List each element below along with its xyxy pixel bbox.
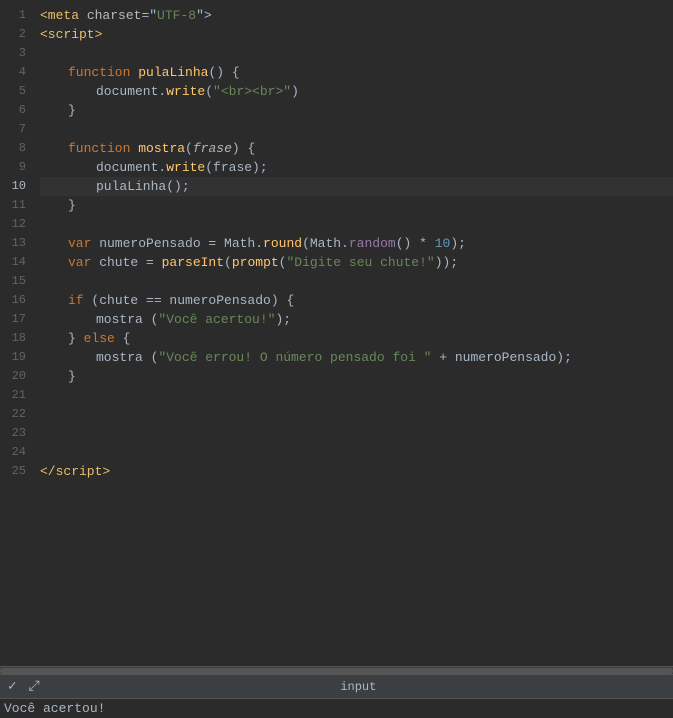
- line-num-11: 11: [6, 196, 26, 215]
- line-num-23: 23: [6, 424, 26, 443]
- code-line-10: pulaLinha();: [40, 177, 673, 196]
- output-area: Você acertou!: [0, 698, 673, 718]
- line-num-7: 7: [6, 120, 26, 139]
- line-num-3: 3: [6, 44, 26, 63]
- code-line-9: document.write(frase);: [40, 158, 673, 177]
- code-line-13: var numeroPensado = Math.round(Math.rand…: [40, 234, 673, 253]
- code-line-15: [40, 272, 673, 291]
- code-line-17: mostra ("Você acertou!");: [40, 310, 673, 329]
- line-numbers: 1 2 3 4 5 6 7 8 9 10 11 12 13 14 15 16 1…: [0, 0, 36, 666]
- line-num-16: 16: [6, 291, 26, 310]
- code-line-20: }: [40, 367, 673, 386]
- code-line-1: <meta charset="UTF-8">: [40, 6, 673, 25]
- controls-bar: ✓ ⤢ input: [0, 674, 673, 698]
- code-line-8: function mostra(frase) {: [40, 139, 673, 158]
- code-line-6: }: [40, 101, 673, 120]
- code-line-19: mostra ("Você errou! O número pensado fo…: [40, 348, 673, 367]
- line-num-1: 1: [6, 6, 26, 25]
- code-line-5: document.write("<br><br>"): [40, 82, 673, 101]
- code-line-2: <script>: [40, 25, 673, 44]
- line-num-20: 20: [6, 367, 26, 386]
- code-line-18: } else {: [40, 329, 673, 348]
- code-line-24: [40, 443, 673, 462]
- line-num-14: 14: [6, 253, 26, 272]
- line-num-24: 24: [6, 443, 26, 462]
- code-line-7: [40, 120, 673, 139]
- line-num-18: 18: [6, 329, 26, 348]
- code-line-4: function pulaLinha() {: [40, 63, 673, 82]
- code-line-14: var chute = parseInt(prompt("Digite seu …: [40, 253, 673, 272]
- code-container: 1 2 3 4 5 6 7 8 9 10 11 12 13 14 15 16 1…: [0, 0, 673, 666]
- line-num-19: 19: [6, 348, 26, 367]
- code-line-25: </script>: [40, 462, 673, 481]
- line-num-2: 2: [6, 25, 26, 44]
- line-num-13: 13: [6, 234, 26, 253]
- line-num-8: 8: [6, 139, 26, 158]
- line-num-22: 22: [6, 405, 26, 424]
- input-label: input: [52, 680, 665, 694]
- expand-icon[interactable]: ⤢: [28, 679, 39, 695]
- code-line-22: [40, 405, 673, 424]
- line-num-25: 25: [6, 462, 26, 481]
- line-num-10: 10: [6, 177, 26, 196]
- code-line-23: [40, 424, 673, 443]
- line-num-9: 9: [6, 158, 26, 177]
- output-text: Você acertou!: [4, 701, 105, 716]
- code-line-16: if (chute == numeroPensado) {: [40, 291, 673, 310]
- scrollbar-thumb[interactable]: [0, 668, 673, 674]
- line-num-4: 4: [6, 63, 26, 82]
- line-num-5: 5: [6, 82, 26, 101]
- code-line-3: [40, 44, 673, 63]
- line-num-15: 15: [6, 272, 26, 291]
- editor-area: 1 2 3 4 5 6 7 8 9 10 11 12 13 14 15 16 1…: [0, 0, 673, 718]
- code-line-21: [40, 386, 673, 405]
- line-num-21: 21: [6, 386, 26, 405]
- check-icon[interactable]: ✓: [8, 678, 16, 695]
- line-num-12: 12: [6, 215, 26, 234]
- line-num-17: 17: [6, 310, 26, 329]
- code-lines[interactable]: <meta charset="UTF-8"> <script> function…: [36, 0, 673, 666]
- line-num-6: 6: [6, 101, 26, 120]
- code-line-12: [40, 215, 673, 234]
- horizontal-scrollbar[interactable]: [0, 666, 673, 674]
- code-line-11: }: [40, 196, 673, 215]
